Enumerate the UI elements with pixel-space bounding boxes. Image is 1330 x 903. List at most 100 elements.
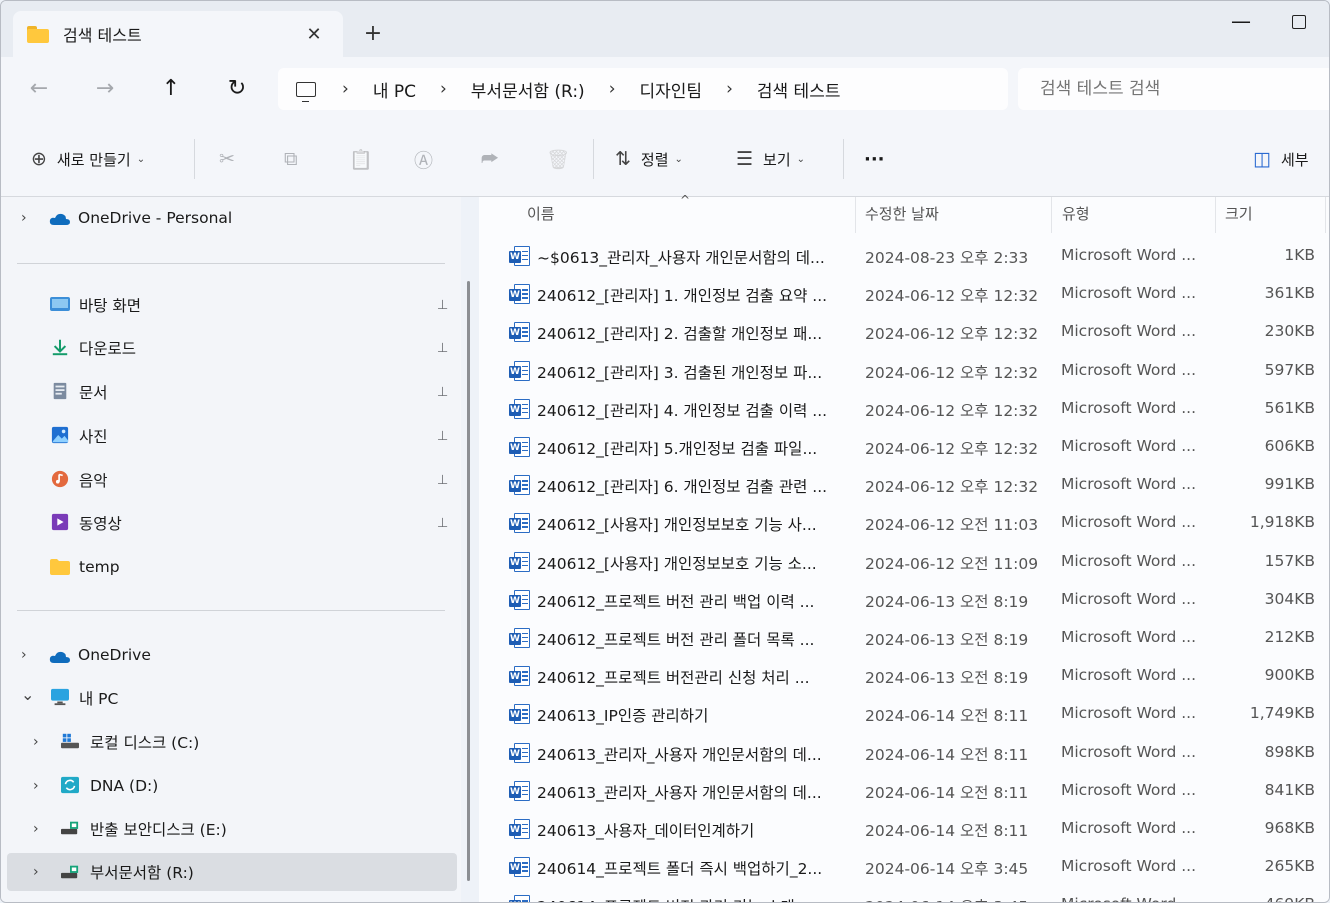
file-row[interactable]: W 240612_프로젝트 버전관리 신청 처리 ... 2024-06-13 오전… — [479, 657, 1329, 695]
file-row[interactable]: W 240612_프로젝트 버전 관리 폴더 목록 ... 2024-06-13 오… — [479, 619, 1329, 657]
file-date: 2024-06-13 오전 8:19 — [865, 592, 1029, 611]
navigation-scrollbar[interactable] — [467, 281, 470, 881]
breadcrumb-separator[interactable]: › — [609, 79, 616, 99]
breadcrumb-search-test[interactable]: 검색 테스트 — [757, 77, 841, 102]
share-button[interactable]: ⮫ — [481, 147, 509, 171]
breadcrumb-separator[interactable]: › — [440, 79, 447, 99]
file-row[interactable]: W 240612_[관리자] 2. 검출할 개인정보 패... 2024-06-12… — [479, 313, 1329, 351]
sidebar-item-drive-e[interactable]: › 반출 보안디스크 (E:) — [1, 810, 456, 848]
expand-icon[interactable]: › — [33, 778, 45, 794]
videos-icon — [51, 513, 69, 531]
sidebar-item-this-pc[interactable]: ⌄ 내 PC — [1, 679, 456, 717]
back-button[interactable]: ← — [23, 75, 55, 103]
close-tab-icon[interactable]: ✕ — [299, 24, 329, 45]
column-header-name[interactable]: 이름 — [527, 197, 555, 233]
delete-button[interactable]: 🗑 — [546, 147, 580, 171]
sidebar-item-label: 부서문서함 (R:) — [90, 864, 194, 882]
breadcrumb-my-pc[interactable]: 내 PC — [373, 77, 416, 102]
toolbar-divider — [194, 139, 195, 179]
view-button[interactable]: ☰ 보기 ⌄ — [736, 147, 805, 171]
address-bar[interactable]: › 내 PC › 부서문서함 (R:) › 디자인팀 › 검색 테스트 — [278, 68, 1008, 110]
sidebar-item-drive-d[interactable]: › DNA (D:) — [1, 767, 456, 805]
minimize-button[interactable]: — — [1229, 9, 1253, 33]
refresh-button[interactable]: ↻ — [221, 75, 253, 103]
pin-icon[interactable]: ⊥ — [437, 473, 448, 488]
file-row[interactable]: W 240613_관리자_사용자 개인문서함의 데... 2024-06-14 오전… — [479, 734, 1329, 772]
sidebar-item-drive-r[interactable]: › 부서문서함 (R:) — [7, 853, 457, 891]
search-input[interactable] — [1018, 68, 1329, 110]
copy-button[interactable]: ⧉ — [284, 147, 308, 171]
file-size: 265KB — [1264, 857, 1315, 876]
sidebar-item-onedrive-personal[interactable]: › OneDrive - Personal — [1, 199, 456, 237]
tab-search-test[interactable]: 검색 테스트 ✕ — [13, 11, 343, 57]
pin-icon[interactable]: ⊥ — [437, 341, 448, 356]
expand-icon[interactable]: › — [33, 821, 45, 837]
new-button[interactable]: ⊕ 새로 만들기 ⌄ — [31, 147, 145, 171]
sidebar-item-documents[interactable]: 문서 ⊥ — [1, 373, 456, 411]
sidebar-item-downloads[interactable]: 다운로드 ⊥ — [1, 329, 456, 367]
pin-icon[interactable]: ⊥ — [437, 516, 448, 531]
rename-button[interactable]: Ⓐ — [414, 147, 443, 172]
column-header-type[interactable]: 유형 — [1062, 197, 1090, 233]
file-row[interactable]: W 240613_IP인증 관리하기 2024-06-14 오전 8:11 Micro… — [479, 695, 1329, 733]
more-options-button[interactable]: ··· — [864, 147, 885, 171]
sidebar-item-onedrive[interactable]: › OneDrive — [1, 636, 456, 674]
column-header-date[interactable]: 수정한 날짜 — [865, 197, 939, 233]
file-name: 240613_관리자_사용자 개인문서함의 데... — [537, 783, 822, 802]
file-name: 240612_[관리자] 4. 개인정보 검출 이력 ... — [537, 401, 828, 420]
column-divider[interactable] — [1325, 197, 1326, 233]
file-row[interactable]: W 240613_사용자_데이터인계하기 2024-06-14 오전 8:11 Mic… — [479, 810, 1329, 848]
collapse-icon[interactable]: ⌄ — [21, 685, 34, 704]
file-row[interactable]: W 240612_[관리자] 1. 개인정보 검출 요약 ... 2024-06-1… — [479, 275, 1329, 313]
file-row[interactable]: W 240614_프로젝트 폴더 즉시 백업하기_2... 2024-06-14 오… — [479, 848, 1329, 886]
expand-icon[interactable]: › — [21, 647, 33, 663]
sidebar-item-label: 음악 — [79, 472, 108, 490]
file-name: 240612_[관리자] 3. 검출된 개인정보 파... — [537, 363, 823, 382]
pictures-icon — [51, 426, 69, 444]
sort-button[interactable]: ⇅ 정렬 ⌄ — [615, 147, 683, 171]
file-row[interactable]: W 240612_프로젝트 버전 관리 백업 이력 ... 2024-06-13 오… — [479, 581, 1329, 619]
file-row[interactable]: W 240612_[사용자] 개인정보보호 기능 소... 2024-06-12 오… — [479, 543, 1329, 581]
paste-button[interactable]: 📋 — [349, 147, 383, 171]
breadcrumb-separator[interactable]: › — [726, 79, 733, 99]
sidebar-item-videos[interactable]: 동영상 ⊥ — [1, 504, 456, 542]
column-divider[interactable] — [1051, 197, 1052, 233]
column-divider[interactable] — [855, 197, 856, 233]
pin-icon[interactable]: ⊥ — [437, 385, 448, 400]
expand-icon[interactable]: › — [21, 210, 33, 226]
file-row[interactable]: W 240612_[관리자] 5.개인정보 검출 파일... 2024-06-12 … — [479, 428, 1329, 466]
expand-icon[interactable]: › — [33, 864, 45, 880]
file-date: 2024-08-23 오후 2:33 — [865, 249, 1029, 267]
file-row[interactable]: W 240612_[관리자] 6. 개인정보 검출 관련 ... 2024-06-1… — [479, 466, 1329, 504]
file-date: 2024-06-14 오후 3:45 — [865, 895, 1028, 902]
sidebar-item-music[interactable]: 음악 ⊥ — [1, 461, 456, 499]
toolbar-divider — [593, 139, 594, 179]
file-row[interactable]: W 240614_프로젝트 버전 관리 기능 소개... 2024-06-14 오후… — [479, 886, 1329, 902]
column-divider[interactable] — [1215, 197, 1216, 233]
forward-button[interactable]: → — [89, 75, 121, 103]
pin-icon[interactable]: ⊥ — [437, 429, 448, 444]
up-button[interactable]: ↑ — [155, 75, 187, 103]
maximize-button[interactable] — [1292, 15, 1306, 29]
file-row[interactable]: W 240612_[관리자] 3. 검출된 개인정보 파... 2024-06-12… — [479, 352, 1329, 390]
file-row[interactable]: W ~$0613_관리자_사용자 개인문서함의 데... 2024-08-23 오후… — [479, 237, 1329, 275]
details-pane-button[interactable]: ◫ 세부 — [1253, 147, 1309, 171]
file-date: 2024-06-12 오전 11:03 — [865, 516, 1039, 535]
cut-button[interactable]: ✂ — [219, 147, 245, 171]
expand-icon[interactable]: › — [33, 734, 45, 750]
sidebar-item-pictures[interactable]: 사진 ⊥ — [1, 417, 456, 455]
breadcrumb-drive-r[interactable]: 부서문서함 (R:) — [471, 77, 585, 102]
pin-icon[interactable]: ⊥ — [437, 298, 448, 313]
file-row[interactable]: W 240613_관리자_사용자 개인문서함의 데... 2024-06-14 오전… — [479, 772, 1329, 810]
file-row[interactable]: W 240612_[사용자] 개인정보보호 기능 사... 2024-06-12 오… — [479, 504, 1329, 542]
sidebar-item-desktop[interactable]: 바탕 화면 ⊥ — [1, 286, 456, 324]
file-row[interactable]: W 240612_[관리자] 4. 개인정보 검출 이력 ... 2024-06-1… — [479, 390, 1329, 428]
new-tab-button[interactable]: + — [359, 21, 387, 46]
view-list-icon: ☰ — [736, 148, 754, 170]
sidebar-item-temp[interactable]: temp — [1, 548, 456, 586]
word-document-icon: W — [509, 437, 531, 457]
breadcrumb-design-team[interactable]: 디자인팀 — [640, 77, 703, 102]
breadcrumb-separator[interactable]: › — [342, 79, 349, 99]
sidebar-item-drive-c[interactable]: › 로컬 디스크 (C:) — [1, 723, 456, 761]
column-header-size[interactable]: 크기 — [1225, 197, 1253, 233]
